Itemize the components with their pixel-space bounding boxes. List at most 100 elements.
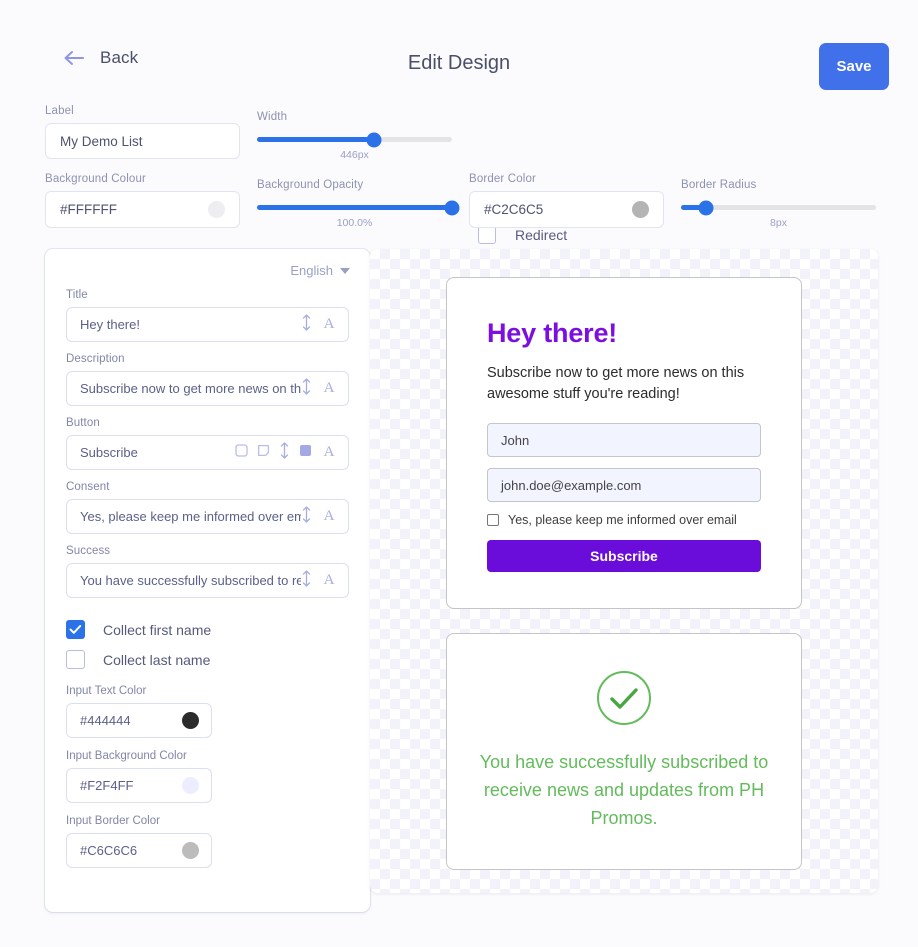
preview-consent-checkbox[interactable] bbox=[487, 514, 499, 527]
input-border-color-swatch[interactable] bbox=[182, 842, 199, 859]
redirect-label: Redirect bbox=[515, 227, 568, 243]
opacity-slider-value: 100.0% bbox=[336, 217, 373, 229]
opacity-slider-track[interactable] bbox=[257, 200, 460, 215]
redirect-checkbox[interactable] bbox=[478, 226, 496, 244]
input-border-color-label: Input Border Color bbox=[66, 815, 160, 827]
svg-text:A: A bbox=[324, 380, 335, 395]
collect-last-name-row[interactable]: Collect last name bbox=[45, 650, 370, 669]
input-background-color-group: Input Background Color #F2F4FF bbox=[45, 750, 370, 803]
text-size-icon[interactable] bbox=[301, 313, 312, 336]
svg-text:A: A bbox=[324, 316, 335, 331]
text-size-icon[interactable] bbox=[301, 377, 312, 400]
title-input-value: Hey there! bbox=[80, 317, 140, 332]
border-radius-slider[interactable]: 8px bbox=[681, 200, 876, 229]
success-message-preview: You have successfully subscribed to rece… bbox=[446, 633, 802, 870]
collect-first-name-row[interactable]: Collect first name bbox=[45, 620, 370, 639]
success-field-group: Success You have successfully subscribed… bbox=[45, 545, 370, 598]
input-text-color-group: Input Text Color #444444 bbox=[45, 685, 370, 738]
preview-subscribe-button[interactable]: Subscribe bbox=[487, 540, 761, 573]
font-family-icon[interactable]: A bbox=[321, 442, 337, 464]
text-size-icon[interactable] bbox=[301, 505, 312, 528]
success-input[interactable]: You have successfully subscribed to rece… bbox=[66, 563, 349, 598]
preview-consent-row[interactable]: Yes, please keep me informed over email bbox=[487, 513, 761, 527]
input-border-color-value: #C6C6C6 bbox=[80, 843, 138, 858]
input-text-color-input[interactable]: #444444 bbox=[66, 703, 212, 738]
save-button[interactable]: Save bbox=[819, 43, 889, 90]
font-family-icon[interactable]: A bbox=[321, 378, 337, 400]
success-check-icon bbox=[596, 670, 652, 731]
success-input-value: You have successfully subscribed to rece… bbox=[80, 573, 301, 588]
background-opacity-label: Background Opacity bbox=[257, 179, 364, 191]
label-field-group: Label My Demo List bbox=[45, 105, 240, 159]
title-input[interactable]: Hey there! A bbox=[66, 307, 349, 342]
border-radius-icon[interactable] bbox=[235, 443, 248, 462]
collect-last-name-label: Collect last name bbox=[103, 651, 211, 668]
signup-form-preview: Hey there! Subscribe now to get more new… bbox=[446, 277, 802, 610]
background-colour-swatch[interactable] bbox=[208, 201, 225, 218]
preview-panel: Hey there! Subscribe now to get more new… bbox=[370, 249, 878, 893]
language-label: English bbox=[290, 263, 333, 278]
preview-first-name-placeholder: John bbox=[501, 432, 530, 448]
collect-first-name-checkbox[interactable] bbox=[66, 620, 85, 639]
background-colour-input[interactable]: #FFFFFF bbox=[45, 191, 240, 228]
label-field-label: Label bbox=[45, 105, 74, 117]
background-opacity-slider[interactable]: 100.0% bbox=[257, 200, 460, 229]
opacity-slider-fill bbox=[257, 205, 452, 210]
input-background-color-value: #F2F4FF bbox=[80, 778, 134, 793]
font-family-icon[interactable]: A bbox=[321, 506, 337, 528]
input-border-color-input[interactable]: #C6C6C6 bbox=[66, 833, 212, 868]
input-text-color-label: Input Text Color bbox=[66, 685, 147, 697]
chevron-down-icon bbox=[340, 267, 350, 274]
width-slider-fill bbox=[257, 137, 374, 142]
radius-slider-value: 8px bbox=[770, 217, 787, 229]
button-color-icon[interactable] bbox=[299, 444, 312, 462]
collect-last-name-checkbox[interactable] bbox=[66, 650, 85, 669]
font-family-icon[interactable]: A bbox=[321, 570, 337, 592]
width-slider-value: 446px bbox=[340, 149, 369, 161]
input-text-color-value: #444444 bbox=[80, 713, 131, 728]
label-input[interactable]: My Demo List bbox=[45, 123, 240, 159]
border-color-group: Border Color #C2C6C5 bbox=[469, 173, 664, 228]
success-message-text: You have successfully subscribed to rece… bbox=[479, 752, 769, 828]
redirect-checkbox-row[interactable]: Redirect bbox=[478, 226, 567, 244]
width-slider-label: Width bbox=[257, 111, 288, 123]
font-family-icon[interactable]: A bbox=[321, 314, 337, 336]
consent-field-icons: A bbox=[301, 505, 337, 528]
input-background-color-swatch[interactable] bbox=[182, 777, 199, 794]
background-opacity-group: Background Opacity 100.0% bbox=[257, 179, 460, 229]
box-shadow-icon[interactable] bbox=[257, 444, 270, 462]
background-colour-label: Background Colour bbox=[45, 173, 146, 185]
border-color-swatch[interactable] bbox=[632, 201, 649, 218]
preview-first-name-input[interactable]: John bbox=[487, 423, 761, 458]
editor-panel: English Title Hey there! A Description S… bbox=[45, 249, 370, 912]
border-color-input[interactable]: #C2C6C5 bbox=[469, 191, 664, 228]
radius-slider-thumb[interactable] bbox=[698, 200, 714, 215]
radius-slider-track[interactable] bbox=[681, 200, 876, 215]
border-color-label: Border Color bbox=[469, 173, 536, 185]
language-selector[interactable]: English bbox=[45, 249, 370, 278]
preview-description: Subscribe now to get more news on this a… bbox=[487, 365, 745, 403]
success-field-icons: A bbox=[301, 569, 337, 592]
width-slider-thumb[interactable] bbox=[366, 132, 382, 147]
button-input[interactable]: Subscribe A bbox=[66, 435, 349, 470]
width-slider-track[interactable] bbox=[257, 132, 452, 147]
input-text-color-swatch[interactable] bbox=[182, 712, 199, 729]
description-input[interactable]: Subscribe now to get more news on this a… bbox=[66, 371, 349, 406]
description-field-group: Description Subscribe now to get more ne… bbox=[45, 353, 370, 406]
consent-input[interactable]: Yes, please keep me informed over email … bbox=[66, 499, 349, 534]
background-colour-value: #FFFFFF bbox=[60, 202, 117, 217]
preview-email-input[interactable]: john.doe@example.com bbox=[487, 468, 761, 503]
opacity-slider-thumb[interactable] bbox=[444, 200, 460, 215]
title-field-icons: A bbox=[301, 313, 337, 336]
input-background-color-input[interactable]: #F2F4FF bbox=[66, 768, 212, 803]
svg-text:A: A bbox=[324, 508, 335, 523]
text-size-icon[interactable] bbox=[301, 569, 312, 592]
background-colour-group: Background Colour #FFFFFF bbox=[45, 173, 240, 228]
page-title: Edit Design bbox=[407, 52, 511, 74]
title-field-label: Title bbox=[66, 289, 88, 301]
svg-text:A: A bbox=[324, 572, 335, 587]
text-size-icon[interactable] bbox=[279, 441, 290, 464]
width-slider-group: Width 446px bbox=[257, 111, 452, 161]
edit-design-page: Back Edit Design Save Label My Demo List… bbox=[0, 0, 918, 947]
width-slider[interactable]: 446px bbox=[257, 132, 452, 161]
